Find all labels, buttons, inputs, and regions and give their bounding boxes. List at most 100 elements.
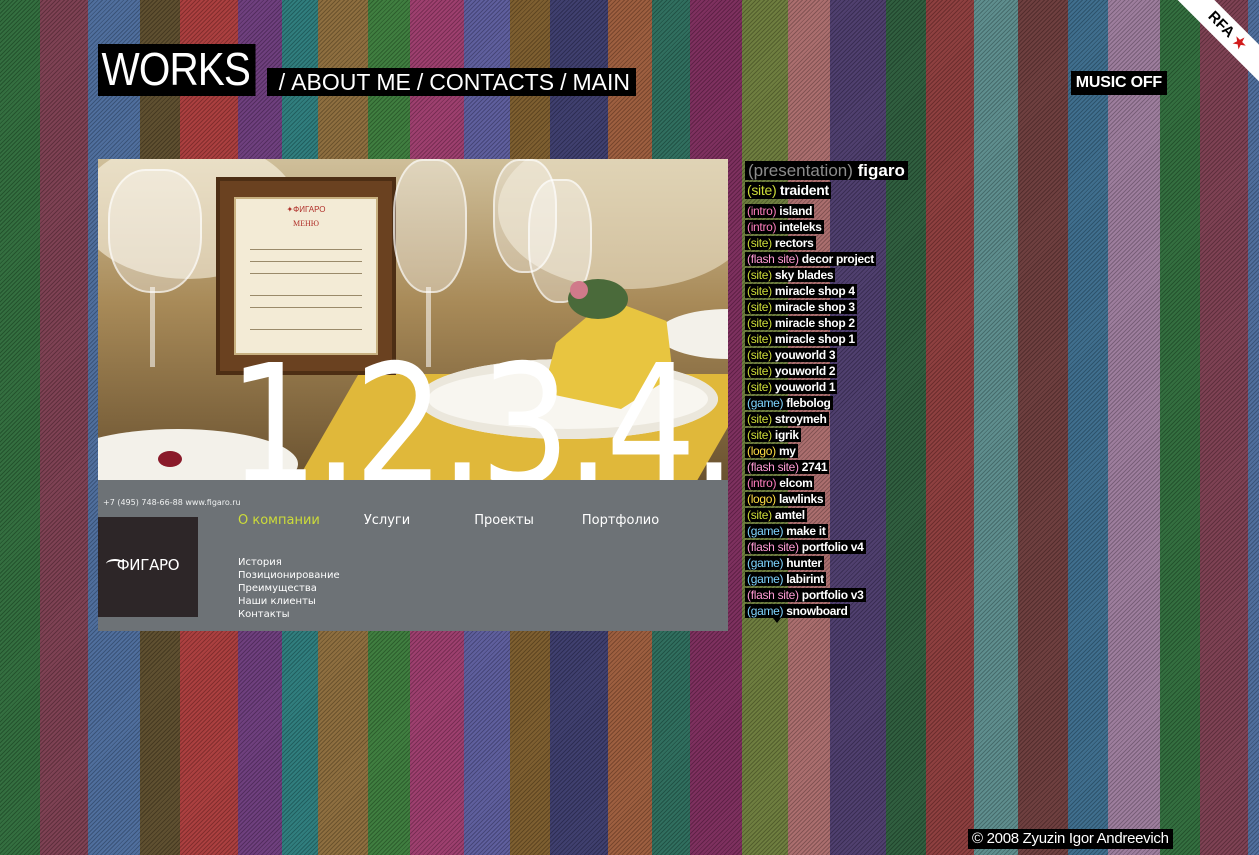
preview-menu-item[interactable]: О компании — [238, 513, 320, 528]
project-link[interactable]: (intro) island — [745, 204, 815, 218]
rfa-corner-ribbon[interactable]: RFA★ — [1169, 0, 1259, 90]
nav-main-link[interactable]: MAIN — [572, 68, 630, 96]
project-name: youworld 3 — [774, 348, 836, 362]
project-link[interactable]: (flash site) 2741 — [745, 460, 830, 474]
project-type: (game) — [747, 556, 784, 570]
project-preview: ✦ФИГАРО МЕНЮ 1.2.3.4. +7 (495) 748-66-88… — [98, 159, 728, 631]
project-link[interactable]: (site) stroymeh — [745, 412, 829, 426]
project-link[interactable]: (site) igrik — [745, 428, 801, 442]
background-stripe — [1160, 0, 1200, 855]
photo-decoration — [570, 281, 588, 299]
project-name: decor project — [801, 252, 874, 266]
project-type: (site) — [747, 236, 772, 250]
photo-decoration — [158, 451, 182, 467]
project-link[interactable]: (site) traident — [745, 182, 831, 199]
background-stripe — [1068, 0, 1108, 855]
project-name: figaro — [857, 161, 905, 180]
project-name: inteleks — [779, 220, 822, 234]
project-name: miracle shop 4 — [774, 284, 855, 298]
project-list-item: (game) labirint — [745, 570, 908, 586]
project-link[interactable]: (site) rectors — [745, 236, 816, 250]
background-stripe — [974, 0, 1018, 855]
scroll-down-arrow-icon[interactable] — [773, 618, 781, 623]
project-link[interactable]: (logo) my — [745, 444, 798, 458]
preview-menu-item[interactable]: Портфолио — [582, 513, 659, 528]
project-link[interactable]: (site) amtel — [745, 508, 807, 522]
project-link[interactable]: (game) make it — [745, 524, 828, 538]
project-list-item: (intro) island — [745, 202, 908, 218]
project-link[interactable]: (site) miracle shop 2 — [745, 316, 857, 330]
project-name: snowboard — [786, 604, 848, 618]
project-list-item: (game) flebolog — [745, 394, 908, 410]
project-link[interactable]: (site) miracle shop 3 — [745, 300, 857, 314]
project-type: (presentation) — [748, 161, 853, 180]
preview-submenu-item[interactable]: История — [238, 556, 340, 569]
preview-submenu-item[interactable]: Наши клиенты — [238, 595, 340, 608]
menu-card-logo: ✦ФИГАРО — [286, 205, 326, 214]
nav-contacts-link[interactable]: CONTACTS — [429, 68, 554, 96]
nav-about-link[interactable]: ABOUT ME — [291, 68, 411, 96]
project-name: igrik — [774, 428, 799, 442]
main-nav: WORKS / ABOUT ME / CONTACTS / MAIN — [98, 44, 636, 96]
project-list-item: (game) snowboard — [745, 602, 908, 618]
project-type: (flash site) — [747, 460, 799, 474]
project-link[interactable]: (game) flebolog — [745, 396, 833, 410]
project-type: (flash site) — [747, 252, 799, 266]
project-list-current[interactable]: (presentation) figaro — [745, 161, 908, 180]
project-type: (site) — [747, 332, 772, 346]
preview-menu-item[interactable]: Проекты — [474, 513, 534, 528]
preview-menu-item[interactable]: Услуги — [364, 513, 410, 528]
nav-separator: / — [416, 69, 424, 95]
project-type: (logo) — [747, 492, 776, 506]
project-link[interactable]: (site) miracle shop 1 — [745, 332, 857, 346]
project-link[interactable]: (flash site) portfolio v4 — [745, 540, 866, 554]
background-stripe — [1248, 0, 1259, 855]
background-stripe — [1200, 0, 1248, 855]
project-link[interactable]: (intro) elcom — [745, 476, 815, 490]
preview-submenu-item[interactable]: Преимущества — [238, 582, 340, 595]
rfa-band: RFA★ — [1169, 0, 1259, 90]
menu-card-line — [250, 261, 362, 262]
project-list: (presentation) figaro (site) traident (in… — [745, 161, 908, 623]
preview-contact: +7 (495) 748-66-88 www.figaro.ru — [103, 498, 241, 507]
project-link[interactable]: (site) sky blades — [745, 268, 836, 282]
project-link[interactable]: (game) snowboard — [745, 604, 850, 618]
project-list-item: (flash site) decor project — [745, 250, 908, 266]
project-list-item: (site) miracle shop 3 — [745, 298, 908, 314]
project-link[interactable]: (intro) inteleks — [745, 220, 824, 234]
music-toggle-button[interactable]: MUSIC OFF — [1070, 71, 1167, 95]
project-list-item: (site) rectors — [745, 234, 908, 250]
project-list-item: (logo) lawlinks — [745, 490, 908, 506]
project-link[interactable]: (game) hunter — [745, 556, 824, 570]
project-type: (game) — [747, 396, 784, 410]
preview-submenu-item[interactable]: Позиционирование — [238, 569, 340, 582]
project-type: (game) — [747, 524, 784, 538]
background-stripe — [1018, 0, 1068, 855]
project-type: (intro) — [747, 220, 777, 234]
project-type: (site) — [747, 428, 772, 442]
project-type: (intro) — [747, 204, 777, 218]
project-type: (site) — [747, 300, 772, 314]
nav-works-link[interactable]: WORKS — [98, 44, 256, 96]
project-link[interactable]: (site) youworld 3 — [745, 348, 838, 362]
project-link[interactable]: (flash site) decor project — [745, 252, 876, 266]
project-link[interactable]: (game) labirint — [745, 572, 826, 586]
preview-submenu-item[interactable]: Контакты — [238, 608, 340, 621]
project-link[interactable]: (site) youworld 1 — [745, 380, 838, 394]
project-name: labirint — [786, 572, 824, 586]
star-icon: ★ — [1228, 31, 1251, 54]
project-list-item: (site) igrik — [745, 426, 908, 442]
project-name: youworld 1 — [774, 380, 836, 394]
preview-photo: ✦ФИГАРО МЕНЮ 1.2.3.4. — [98, 159, 728, 480]
project-list-item: (site) stroymeh — [745, 410, 908, 426]
nav-links: / ABOUT ME / CONTACTS / MAIN — [266, 68, 636, 96]
project-link[interactable]: (flash site) portfolio v3 — [745, 588, 866, 602]
project-name: lawlinks — [778, 492, 824, 506]
project-link[interactable]: (site) youworld 2 — [745, 364, 838, 378]
project-link[interactable]: (site) miracle shop 4 — [745, 284, 857, 298]
preview-menu: О компании Услуги Проекты Портфолио — [238, 513, 659, 528]
project-link[interactable]: (logo) lawlinks — [745, 492, 826, 506]
project-list-item: (flash site) portfolio v3 — [745, 586, 908, 602]
project-name: hunter — [786, 556, 822, 570]
project-name: youworld 2 — [774, 364, 836, 378]
